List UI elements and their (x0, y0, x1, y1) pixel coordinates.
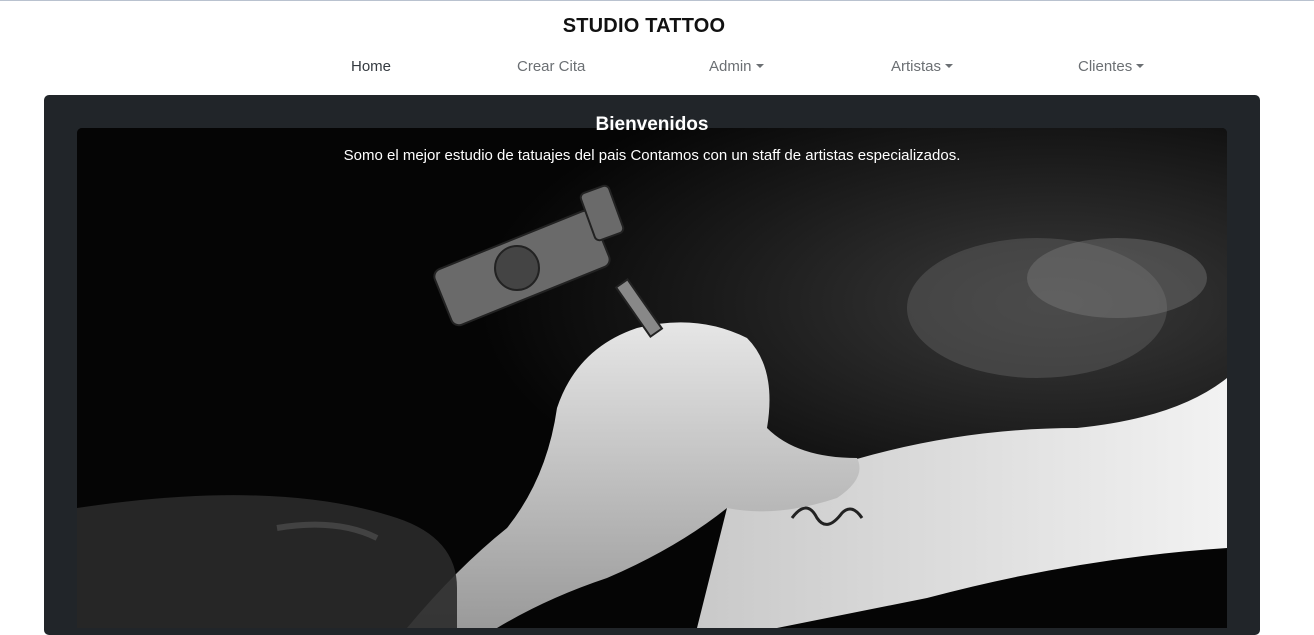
hero-title: Bienvenidos (595, 114, 709, 135)
nav-clientes-label: Clientes (1078, 58, 1133, 75)
nav-artistas-label: Artistas (891, 58, 942, 75)
hero-image (77, 128, 1227, 628)
nav-home[interactable]: Home (351, 58, 391, 75)
nav-artistas-dropdown[interactable]: Artistas (891, 58, 954, 75)
nav-clientes-dropdown[interactable]: Clientes (1078, 58, 1145, 75)
brand-title[interactable]: STUDIO TATTOO (0, 15, 1288, 38)
caret-down-icon (755, 64, 764, 68)
caret-down-icon (945, 64, 954, 68)
hero-description: Somo el mejor estudio de tatuajes del pa… (343, 147, 961, 164)
top-border (0, 0, 1314, 1)
caret-down-icon (1136, 64, 1145, 68)
tattoo-photo-illustration (77, 128, 1227, 628)
main-nav: Home Crear Cita Admin Artistas Clientes (0, 58, 1314, 80)
nav-admin-dropdown[interactable]: Admin (709, 58, 764, 75)
nav-admin-label: Admin (709, 58, 752, 75)
nav-crear-cita[interactable]: Crear Cita (517, 58, 585, 75)
